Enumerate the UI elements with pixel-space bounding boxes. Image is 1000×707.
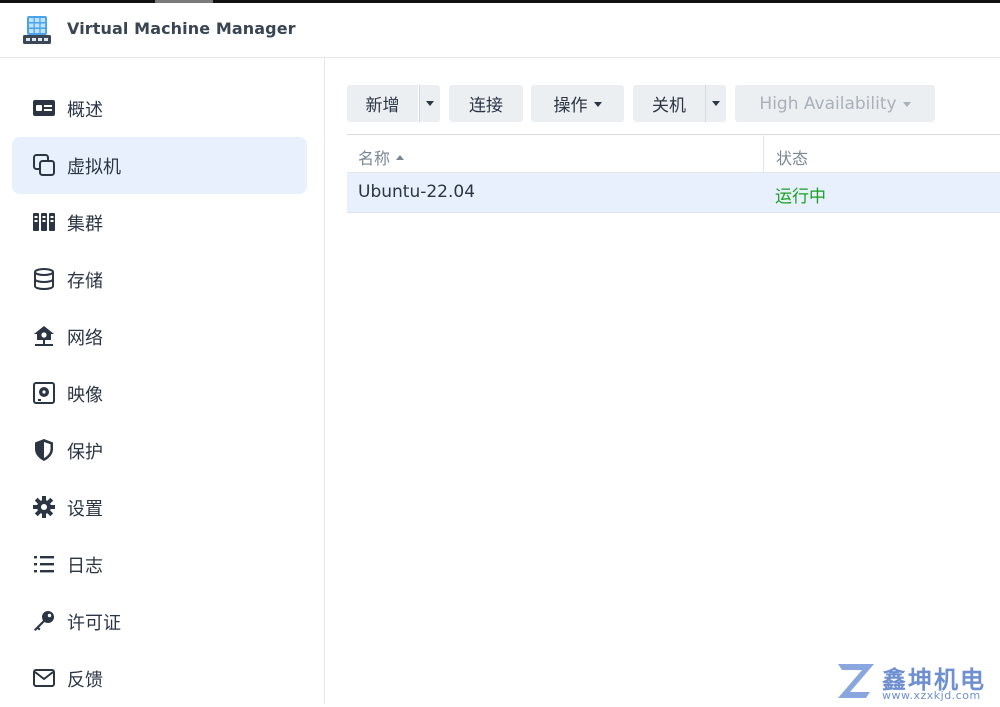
create-button-label: 新增	[365, 96, 400, 116]
overview-icon	[33, 100, 55, 116]
connect-button[interactable]: 连接	[449, 85, 523, 122]
watermark-logo-icon	[838, 664, 874, 698]
shutdown-button[interactable]: 关机	[633, 85, 705, 122]
table-header: 名称 状态	[347, 134, 1000, 173]
chevron-down-icon	[712, 101, 720, 106]
network-icon	[34, 326, 54, 346]
connect-button-label: 连接	[469, 96, 503, 116]
watermark-url: www.xzxkjd.com	[882, 689, 981, 702]
sidebar-item-cluster[interactable]: 集群	[12, 194, 307, 251]
column-header-status[interactable]: 状态	[776, 145, 808, 169]
gear-icon	[33, 496, 55, 518]
vm-status-cell: 运行中	[775, 187, 826, 207]
sidebar-item-label: 许可证	[67, 613, 121, 634]
column-header-name[interactable]: 名称	[358, 145, 405, 169]
sidebar-item-label: 保护	[67, 442, 103, 463]
sidebar-item-virtual-machine[interactable]: 虚拟机	[12, 137, 307, 194]
sidebar-item-feedback[interactable]: 反馈	[12, 650, 307, 707]
chevron-down-icon	[426, 101, 434, 106]
chevron-down-icon	[593, 102, 602, 107]
sidebar-item-label: 网络	[67, 328, 103, 349]
sidebar-item-label: 集群	[67, 214, 103, 235]
sidebar-item-overview[interactable]: 概述	[12, 80, 307, 137]
sidebar: 概述 虚拟机 集群 存储 网络 映像 保护 设置 日志 许可证 反馈	[0, 58, 325, 704]
virtual-machine-icon	[33, 154, 55, 176]
sidebar-item-label: 虚拟机	[67, 157, 121, 178]
main-panel: 新增 连接 操作 关机 High Availability 名称 状态 Ubun…	[325, 58, 1000, 704]
table-row[interactable]: Ubuntu-22.04 运行中	[347, 173, 1000, 213]
sidebar-item-log[interactable]: 日志	[12, 536, 307, 593]
vm-name-cell: Ubuntu-22.04	[358, 182, 476, 202]
create-dropdown-button[interactable]	[419, 85, 440, 122]
shutdown-button-label: 关机	[652, 96, 686, 116]
watermark: 鑫坤机电 www.xzxkjd.com	[836, 660, 1000, 704]
sidebar-item-image[interactable]: 映像	[12, 365, 307, 422]
sidebar-item-protection[interactable]: 保护	[12, 422, 307, 479]
sidebar-item-label: 反馈	[67, 670, 103, 691]
sidebar-item-label: 映像	[67, 385, 103, 406]
title-bar: Virtual Machine Manager	[0, 3, 1000, 58]
high-availability-label: High Availability	[759, 93, 897, 114]
mail-icon	[33, 669, 55, 687]
high-availability-button[interactable]: High Availability	[735, 85, 935, 122]
sidebar-item-settings[interactable]: 设置	[12, 479, 307, 536]
vmm-app-icon	[23, 16, 51, 44]
sidebar-item-license[interactable]: 许可证	[12, 593, 307, 650]
shield-icon	[35, 439, 53, 461]
sidebar-item-label: 设置	[67, 499, 103, 520]
create-button[interactable]: 新增	[347, 85, 418, 122]
app-title: Virtual Machine Manager	[67, 19, 296, 38]
column-divider[interactable]	[763, 135, 764, 173]
sidebar-item-label: 存储	[67, 271, 103, 292]
storage-icon	[34, 268, 54, 291]
cluster-icon	[33, 213, 55, 231]
sidebar-item-storage[interactable]: 存储	[12, 251, 307, 308]
image-icon	[33, 382, 55, 404]
action-button-label: 操作	[553, 96, 588, 116]
log-list-icon	[34, 556, 54, 573]
key-icon	[34, 611, 54, 631]
action-menu-button[interactable]: 操作	[531, 85, 624, 122]
sidebar-item-label: 概述	[67, 100, 103, 121]
chevron-down-icon	[902, 102, 911, 107]
sidebar-item-label: 日志	[67, 556, 103, 577]
sidebar-item-network[interactable]: 网络	[12, 308, 307, 365]
sort-ascending-icon	[396, 155, 405, 160]
shutdown-dropdown-button[interactable]	[705, 85, 726, 122]
